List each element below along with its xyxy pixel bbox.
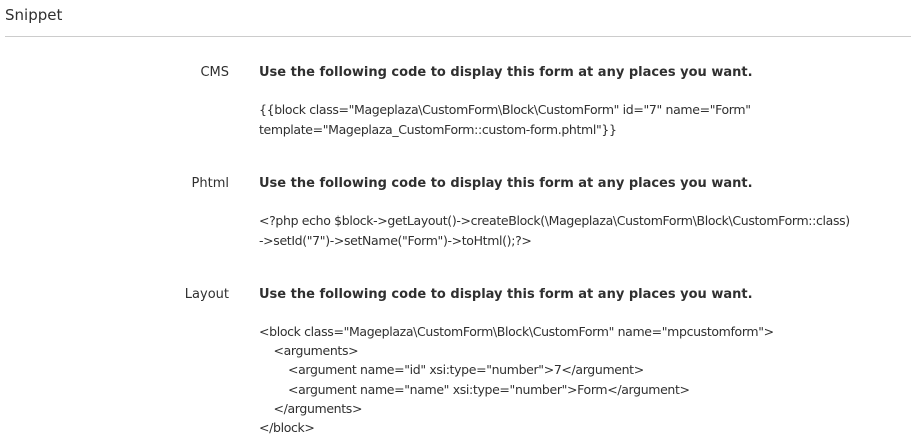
row-heading-layout: Use the following code to display this f… (259, 287, 753, 302)
row-label-phtml: Phtml (191, 176, 229, 191)
section-title: Snippet (5, 6, 63, 24)
row-label-cms: CMS (200, 65, 229, 80)
code-snippet-phtml[interactable]: <?php echo $block->getLayout()->createBl… (259, 211, 909, 250)
row-heading-cms: Use the following code to display this f… (259, 65, 753, 80)
section-divider (5, 36, 911, 37)
row-content-cms: Use the following code to display this f… (259, 65, 909, 139)
row-content-phtml: Use the following code to display this f… (259, 176, 909, 250)
code-snippet-cms[interactable]: {{block class="Mageplaza\CustomForm\Bloc… (259, 100, 909, 139)
row-label-layout: Layout (184, 287, 229, 302)
row-heading-phtml: Use the following code to display this f… (259, 176, 753, 191)
code-snippet-layout[interactable]: <block class="Mageplaza\CustomForm\Block… (259, 322, 909, 437)
row-content-layout: Use the following code to display this f… (259, 287, 909, 437)
